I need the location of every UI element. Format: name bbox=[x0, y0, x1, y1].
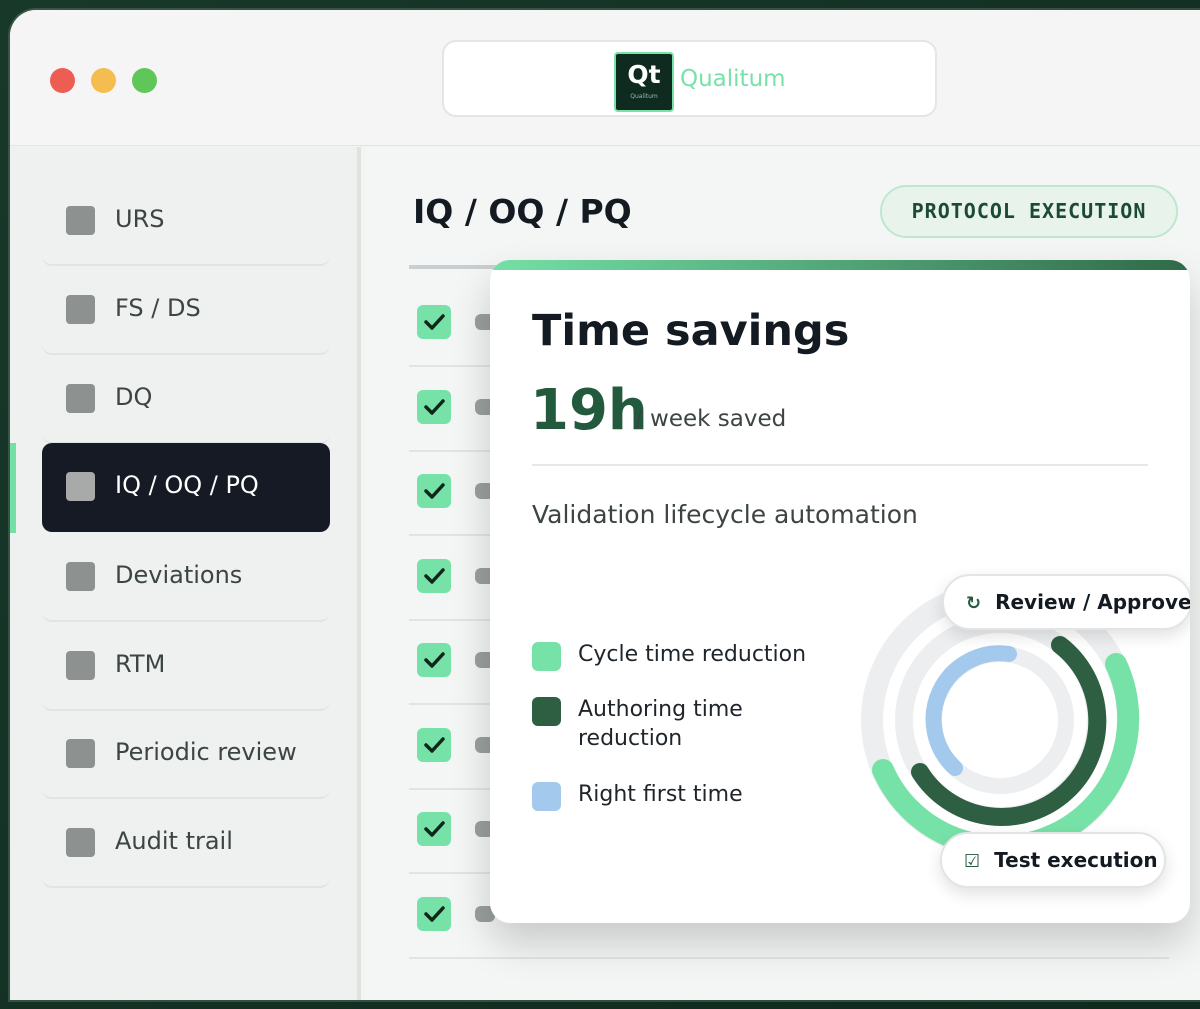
checkbox-icon: ☑ bbox=[964, 851, 981, 872]
check-icon bbox=[424, 314, 445, 330]
legend-swatch-cycle bbox=[532, 642, 561, 671]
document-icon bbox=[66, 295, 95, 324]
sidebar-item-urs[interactable]: URS bbox=[42, 177, 330, 266]
sidebar: URS FS / DS DQ IQ / OQ / PQ Deviations R… bbox=[10, 147, 361, 1000]
savings-value: 19h bbox=[530, 378, 648, 443]
sidebar-item-label: Periodic review bbox=[115, 738, 297, 766]
document-icon bbox=[66, 206, 95, 235]
check-icon bbox=[424, 483, 445, 499]
document-icon bbox=[66, 651, 95, 680]
check-icon bbox=[424, 567, 445, 584]
refresh-icon: ↻ bbox=[966, 593, 982, 614]
row-checkbox[interactable] bbox=[417, 812, 451, 846]
sidebar-item-label: URS bbox=[115, 205, 165, 233]
document-icon bbox=[66, 739, 95, 768]
sidebar-item-label: DQ bbox=[115, 383, 153, 411]
sidebar-item-periodic-review[interactable]: Periodic review bbox=[42, 710, 330, 799]
title-bar: Qt Qualitum Qualitum bbox=[10, 10, 1200, 146]
row-checkbox[interactable] bbox=[417, 896, 451, 931]
sidebar-item-label: FS / DS bbox=[115, 294, 201, 322]
sidebar-item-label: RTM bbox=[115, 650, 166, 678]
check-icon bbox=[424, 398, 445, 415]
test-execution-pill[interactable]: ☑ Test execution bbox=[940, 832, 1166, 888]
sidebar-item-dq[interactable]: DQ bbox=[42, 355, 330, 444]
minimize-window-button[interactable] bbox=[91, 68, 116, 93]
row-checkbox[interactable] bbox=[417, 727, 451, 762]
sidebar-item-label: Deviations bbox=[115, 561, 243, 589]
sidebar-item-label: IQ / OQ / PQ bbox=[115, 471, 259, 499]
document-icon bbox=[66, 384, 95, 413]
maximize-window-button[interactable] bbox=[132, 68, 157, 93]
logo-mark: Qt bbox=[627, 60, 661, 89]
document-icon bbox=[66, 562, 95, 591]
row-checkbox[interactable] bbox=[417, 558, 451, 593]
qualitum-logo: Qt Qualitum bbox=[614, 52, 674, 112]
brand-name: Qualitum bbox=[680, 66, 786, 92]
legend-swatch-authoring bbox=[532, 697, 561, 726]
active-indicator bbox=[10, 443, 16, 533]
sidebar-item-rtm[interactable]: RTM bbox=[42, 622, 330, 711]
row-checkbox[interactable] bbox=[417, 643, 451, 677]
review-approve-pill[interactable]: ↻ Review / Approve bbox=[942, 574, 1190, 630]
sidebar-item-iq-oq-pq[interactable]: IQ / OQ / PQ bbox=[42, 443, 330, 532]
row-divider bbox=[409, 956, 1169, 959]
document-icon bbox=[66, 472, 95, 501]
status-badge: PROTOCOL EXECUTION bbox=[880, 185, 1178, 238]
logo-small-text: Qualitum bbox=[630, 93, 658, 100]
review-approve-label: Review / Approve bbox=[995, 590, 1190, 614]
document-icon bbox=[66, 828, 95, 857]
test-execution-label: Test execution bbox=[994, 848, 1158, 872]
card-accent-bar bbox=[490, 260, 1190, 270]
savings-suffix: / week saved bbox=[635, 406, 787, 432]
sidebar-item-fs-ds[interactable]: FS / DS bbox=[42, 266, 330, 355]
legend-swatch-right-first bbox=[532, 782, 561, 811]
sidebar-item-deviations[interactable]: Deviations bbox=[42, 533, 330, 622]
address-bar[interactable]: Qt Qualitum Qualitum bbox=[442, 40, 937, 117]
row-checkbox[interactable] bbox=[417, 305, 451, 339]
card-divider bbox=[532, 464, 1148, 466]
legend-label-authoring: Authoring time reduction bbox=[578, 697, 743, 751]
close-window-button[interactable] bbox=[50, 68, 75, 93]
check-icon bbox=[424, 821, 445, 837]
time-savings-card: Time savings 19h / week saved Validation… bbox=[490, 260, 1190, 923]
check-icon bbox=[424, 905, 445, 922]
right-first-time-arc bbox=[925, 645, 1017, 776]
sidebar-item-label: Audit trail bbox=[115, 827, 233, 855]
check-icon bbox=[424, 652, 445, 668]
legend-label-right-first: Right first time bbox=[578, 782, 743, 807]
row-checkbox[interactable] bbox=[417, 389, 451, 424]
card-title: Time savings bbox=[532, 306, 850, 356]
page-title: IQ / OQ / PQ bbox=[413, 192, 632, 231]
legend-label-cycle: Cycle time reduction bbox=[578, 642, 807, 667]
row-checkbox[interactable] bbox=[417, 474, 451, 508]
check-icon bbox=[424, 736, 445, 753]
sidebar-item-audit-trail[interactable]: Audit trail bbox=[42, 799, 330, 888]
card-subtitle: Validation lifecycle automation bbox=[532, 500, 918, 529]
